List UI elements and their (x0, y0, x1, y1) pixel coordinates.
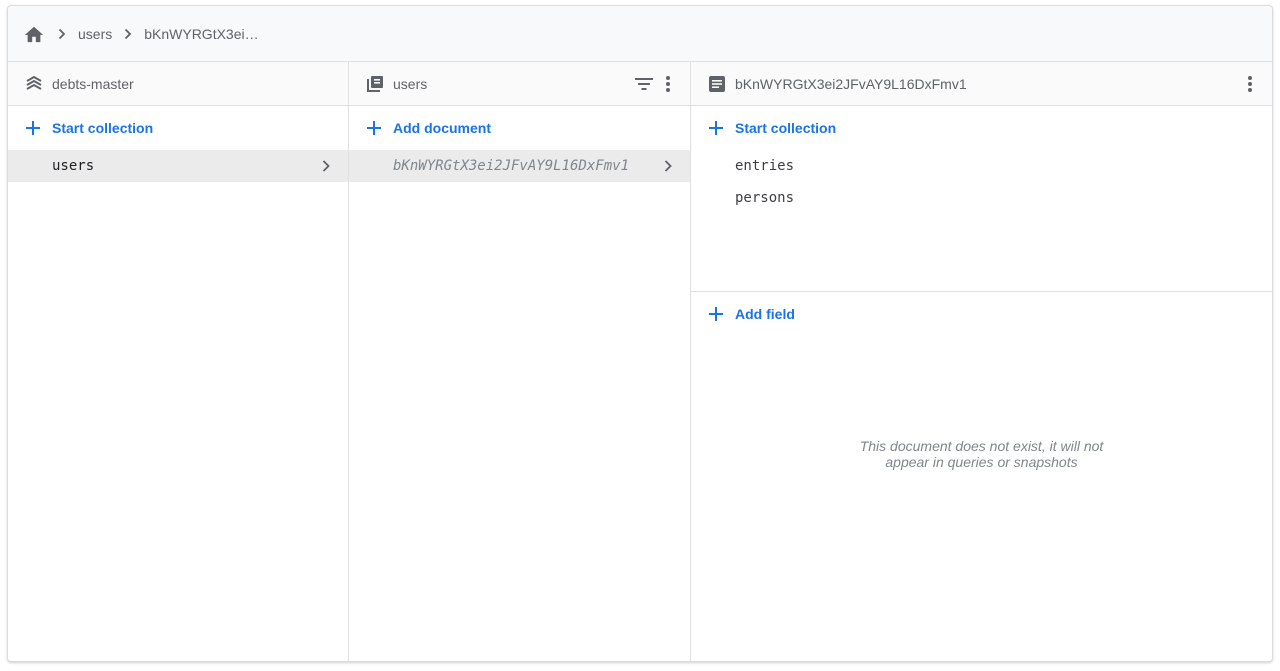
breadcrumb: users bKnWYRGtX3ei… (8, 6, 1272, 62)
collection-panel-title: users (393, 75, 428, 92)
chevron-right-icon (54, 26, 70, 42)
home-icon[interactable] (22, 22, 46, 46)
database-stack-icon (24, 74, 44, 94)
document-panel: bKnWYRGtX3ei2JFvAY9L16DxFmv1 Start colle… (691, 62, 1272, 661)
subcollection-section: Start collection entries persons (691, 106, 1272, 291)
more-vert-icon[interactable] (656, 72, 680, 96)
start-collection-label: Start collection (735, 120, 837, 136)
breadcrumb-link-document[interactable]: bKnWYRGtX3ei… (144, 26, 258, 42)
empty-message-line-1: This document does not exist, it will no… (859, 438, 1104, 454)
firestore-data-viewer: users bKnWYRGtX3ei… debts-master Start c… (7, 5, 1273, 662)
add-document-label: Add document (393, 120, 491, 136)
collection-icon (365, 74, 385, 94)
document-icon (707, 74, 727, 94)
start-collection-label: Start collection (52, 120, 154, 136)
document-id: bKnWYRGtX3ei2JFvAY9L16DxFmv1 (393, 158, 630, 174)
document-item[interactable]: bKnWYRGtX3ei2JFvAY9L16DxFmv1 (349, 150, 690, 182)
collection-item-users[interactable]: users (8, 150, 348, 182)
document-panel-title: bKnWYRGtX3ei2JFvAY9L16DxFmv1 (735, 75, 967, 92)
plus-icon (364, 118, 384, 138)
breadcrumb-link-users[interactable]: users (78, 26, 112, 42)
root-panel-title: debts-master (52, 75, 134, 92)
collection-name: users (52, 158, 95, 174)
filter-icon[interactable] (632, 72, 656, 96)
chevron-right-icon (658, 156, 678, 176)
subcollection-item-persons[interactable]: persons (691, 182, 1272, 214)
collection-panel-header: users (349, 62, 690, 106)
start-collection-button[interactable]: Start collection (8, 106, 348, 150)
chevron-right-icon (316, 156, 336, 176)
plus-icon (706, 304, 726, 324)
more-vert-icon[interactable] (1238, 72, 1262, 96)
empty-message-line-2: appear in queries or snapshots (885, 454, 1078, 470)
subcollection-name: persons (735, 190, 795, 206)
root-panel-header: debts-master (8, 62, 348, 106)
plus-icon (706, 118, 726, 138)
collection-panel: users Add document bKnWYRGtX3ei2JFvAY9L1… (349, 62, 691, 661)
start-subcollection-button[interactable]: Start collection (691, 106, 1272, 150)
root-panel: debts-master Start collection users (8, 62, 349, 661)
chevron-right-icon (120, 26, 136, 42)
add-field-label: Add field (735, 306, 795, 322)
subcollection-name: entries (735, 158, 795, 174)
add-document-button[interactable]: Add document (349, 106, 690, 150)
add-field-button[interactable]: Add field (691, 292, 1272, 336)
document-not-exist-message: This document does not exist, it will no… (691, 438, 1272, 470)
subcollection-item-entries[interactable]: entries (691, 150, 1272, 182)
panel-container: debts-master Start collection users user… (8, 62, 1272, 661)
plus-icon (23, 118, 43, 138)
document-panel-header: bKnWYRGtX3ei2JFvAY9L16DxFmv1 (691, 62, 1272, 106)
